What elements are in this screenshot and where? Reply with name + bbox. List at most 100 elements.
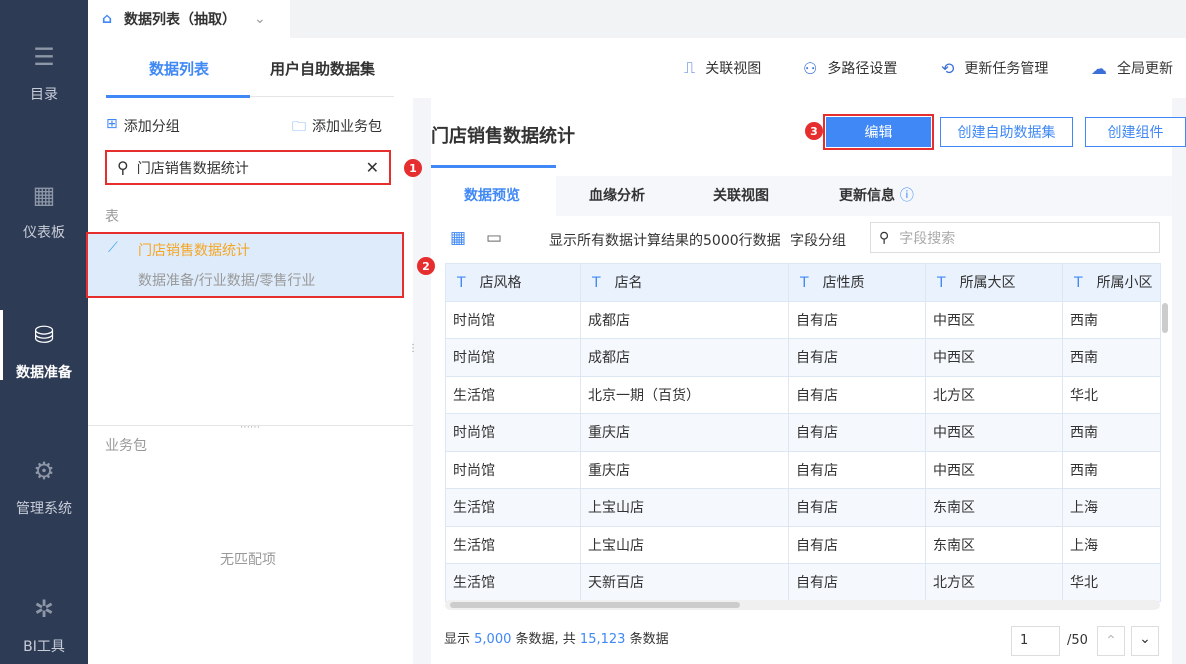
divider (250, 96, 394, 97)
table-row[interactable]: 生活馆 上宝山店 自有店 东南区 上海 (445, 488, 1161, 527)
table-row[interactable]: 时尚馆 重庆店 自有店 中西区 西南 (445, 450, 1161, 489)
step-badge: 3 (805, 122, 823, 140)
tab-lineage[interactable]: 血缘分析 (589, 185, 645, 205)
tab-relation[interactable]: 关联视图 (713, 185, 769, 205)
table-row[interactable]: 时尚馆 成都店 自有店 中西区 西南 (445, 338, 1161, 377)
data-table: T 店风格 T 店名 T 店性质 T 所属大区 T 所属小区 时尚馆 成都店 自有店 中西区 西南 时尚馆成… (445, 263, 1161, 602)
text-type-icon: T (457, 275, 466, 292)
table-cell: 上宝山店 (580, 488, 789, 527)
column-header[interactable]: T 店风格 (445, 263, 581, 302)
table-cell: 上宝山店 (580, 525, 789, 564)
tab-update-info[interactable]: 更新信息 ⓘ (839, 185, 914, 205)
tab-user-dataset[interactable]: 用户自助数据集 (270, 58, 375, 79)
table-cell: 时尚馆 (445, 338, 581, 377)
hierarchy-icon: ⚇ (803, 58, 818, 78)
column-header[interactable]: T 店名 (580, 263, 789, 302)
table-row[interactable]: 时尚馆 重庆店 自有店 中西区 西南 (445, 413, 1161, 452)
table-cell: 重庆店 (580, 413, 789, 452)
search-input[interactable]: ⚲ 门店销售数据统计 ✕ (105, 150, 391, 185)
result-path: 数据准备/行业数据/零售行业 (138, 273, 316, 289)
next-page-button[interactable]: ⌄ (1131, 626, 1159, 656)
table-cell: 生活馆 (445, 488, 581, 527)
cloud-icon: ☁ (1091, 58, 1107, 78)
database-icon: ⛁ (33, 321, 55, 349)
table-cell: 天新百店 (580, 563, 789, 602)
network-icon: ✲ (33, 595, 55, 623)
update-task-button[interactable]: ⟲ 更新任务管理 (941, 58, 1048, 78)
text-type-icon: T (592, 275, 601, 292)
gear-icon: ⚙ (33, 457, 55, 485)
table-cell: 东南区 (925, 525, 1063, 564)
search-icon: ⚲ (117, 158, 129, 177)
close-icon[interactable]: ✕ (366, 158, 379, 177)
tab-preview[interactable]: 数据预览 (464, 185, 520, 205)
table-cell: 自有店 (788, 413, 926, 452)
relation-view-button[interactable]: ⎍ 关联视图 (684, 58, 761, 78)
table-cell: 自有店 (788, 488, 926, 527)
chevron-down-icon[interactable]: ⌄ (254, 11, 266, 27)
table-cell: 东南区 (925, 488, 1063, 527)
tab-data-list-view[interactable]: 数据列表 (149, 58, 209, 79)
text-type-icon: T (937, 275, 946, 292)
dataset-icon: ⟋ (108, 240, 118, 256)
table-cell: 自有店 (788, 300, 926, 339)
table-cell: 时尚馆 (445, 450, 581, 489)
table-cell: 北方区 (925, 375, 1063, 414)
table-cell: 成都店 (580, 338, 789, 377)
sidebar-item-dashboard[interactable]: ▦ 仪表板 (0, 182, 88, 242)
table-cell: 时尚馆 (445, 413, 581, 452)
table-cell: 华北 (1062, 375, 1161, 414)
table-row[interactable]: 生活馆 天新百店 自有店 北方区 华北 (445, 563, 1161, 602)
column-header[interactable]: T 所属小区 (1062, 263, 1161, 302)
text-type-icon: T (800, 275, 809, 292)
page-input[interactable]: 1 (1011, 626, 1060, 656)
field-group-button[interactable]: 字段分组 (790, 230, 846, 250)
horizontal-scrollbar-track (445, 600, 1160, 610)
create-dataset-button[interactable]: 创建自助数据集 (940, 117, 1073, 147)
column-header[interactable]: T 所属大区 (925, 263, 1063, 302)
table-row[interactable]: 时尚馆 成都店 自有店 中西区 西南 (445, 300, 1161, 339)
tab-data-list[interactable]: ⌂ 数据列表（抽取） ⌄ (88, 0, 290, 38)
dashboard-icon: ▦ (32, 181, 56, 209)
prev-page-button[interactable]: ⌃ (1097, 626, 1125, 656)
sidebar-item-management[interactable]: ⚙ 管理系统 (0, 458, 88, 518)
table-cell: 上海 (1062, 525, 1161, 564)
layout-view-icon[interactable]: ▭ (486, 228, 502, 248)
result-name: 门店销售数据统计 (138, 243, 250, 259)
column-header[interactable]: T 店性质 (788, 263, 926, 302)
left-panel: ⊞ 添加分组 🗀 添加业务包 ⚲ 门店销售数据统计 ✕ 表 ⟋ 门店销售数据统计 数… (86, 98, 413, 664)
header-row: 数据列表 用户自助数据集 ⎍ 关联视图 ⚇ 多路径设置 ⟲ 更新任务管理 ☁ 全局更新 (88, 38, 1186, 98)
list-icon: ☰ (33, 43, 55, 71)
field-search-input[interactable]: ⚲ 字段搜索 (870, 222, 1160, 253)
vertical-scrollbar[interactable] (1162, 303, 1168, 333)
create-component-button[interactable]: 创建组件 (1085, 117, 1186, 147)
table-cell: 重庆店 (580, 450, 789, 489)
table-cell: 中西区 (925, 300, 1063, 339)
add-group-button[interactable]: ⊞ 添加分组 (106, 116, 180, 136)
sidebar-item-catalog[interactable]: ☰ 目录 (0, 44, 88, 104)
edit-button[interactable]: 编辑 (823, 114, 934, 150)
table-row[interactable]: 生活馆 北京一期（百货） 自有店 北方区 华北 (445, 375, 1161, 414)
table-cell: 生活馆 (445, 375, 581, 414)
search-result-item[interactable]: ⟋ 门店销售数据统计 数据准备/行业数据/零售行业 (86, 232, 404, 298)
sidebar-item-bi-tools[interactable]: ✲ BI工具 (0, 596, 88, 656)
table-cell: 北京一期（百货） (580, 375, 789, 414)
multipath-button[interactable]: ⚇ 多路径设置 (803, 58, 897, 78)
relation-icon: ⎍ (684, 58, 696, 77)
page-count: /50 (1067, 633, 1088, 648)
add-package-button[interactable]: 🗀 添加业务包 (292, 116, 382, 140)
global-update-button[interactable]: ☁ 全局更新 (1091, 58, 1173, 78)
horizontal-scrollbar[interactable] (450, 602, 740, 608)
step-badge: 2 (417, 257, 435, 275)
table-cell: 自有店 (788, 525, 926, 564)
resize-handle[interactable]: ⋯⋯ (240, 423, 260, 433)
sidebar-item-data-prep[interactable]: ⛁ 数据准备 (0, 310, 88, 382)
info-icon: ⓘ (899, 188, 914, 204)
grid-view-icon[interactable]: ▦ (450, 228, 466, 248)
table-cell: 华北 (1062, 563, 1161, 602)
drag-handle[interactable]: ⋮ (408, 343, 418, 354)
empty-message: 无匹配项 (220, 552, 276, 568)
table-cell: 北方区 (925, 563, 1063, 602)
table-row[interactable]: 生活馆 上宝山店 自有店 东南区 上海 (445, 525, 1161, 564)
home-icon: ⌂ (102, 11, 113, 27)
